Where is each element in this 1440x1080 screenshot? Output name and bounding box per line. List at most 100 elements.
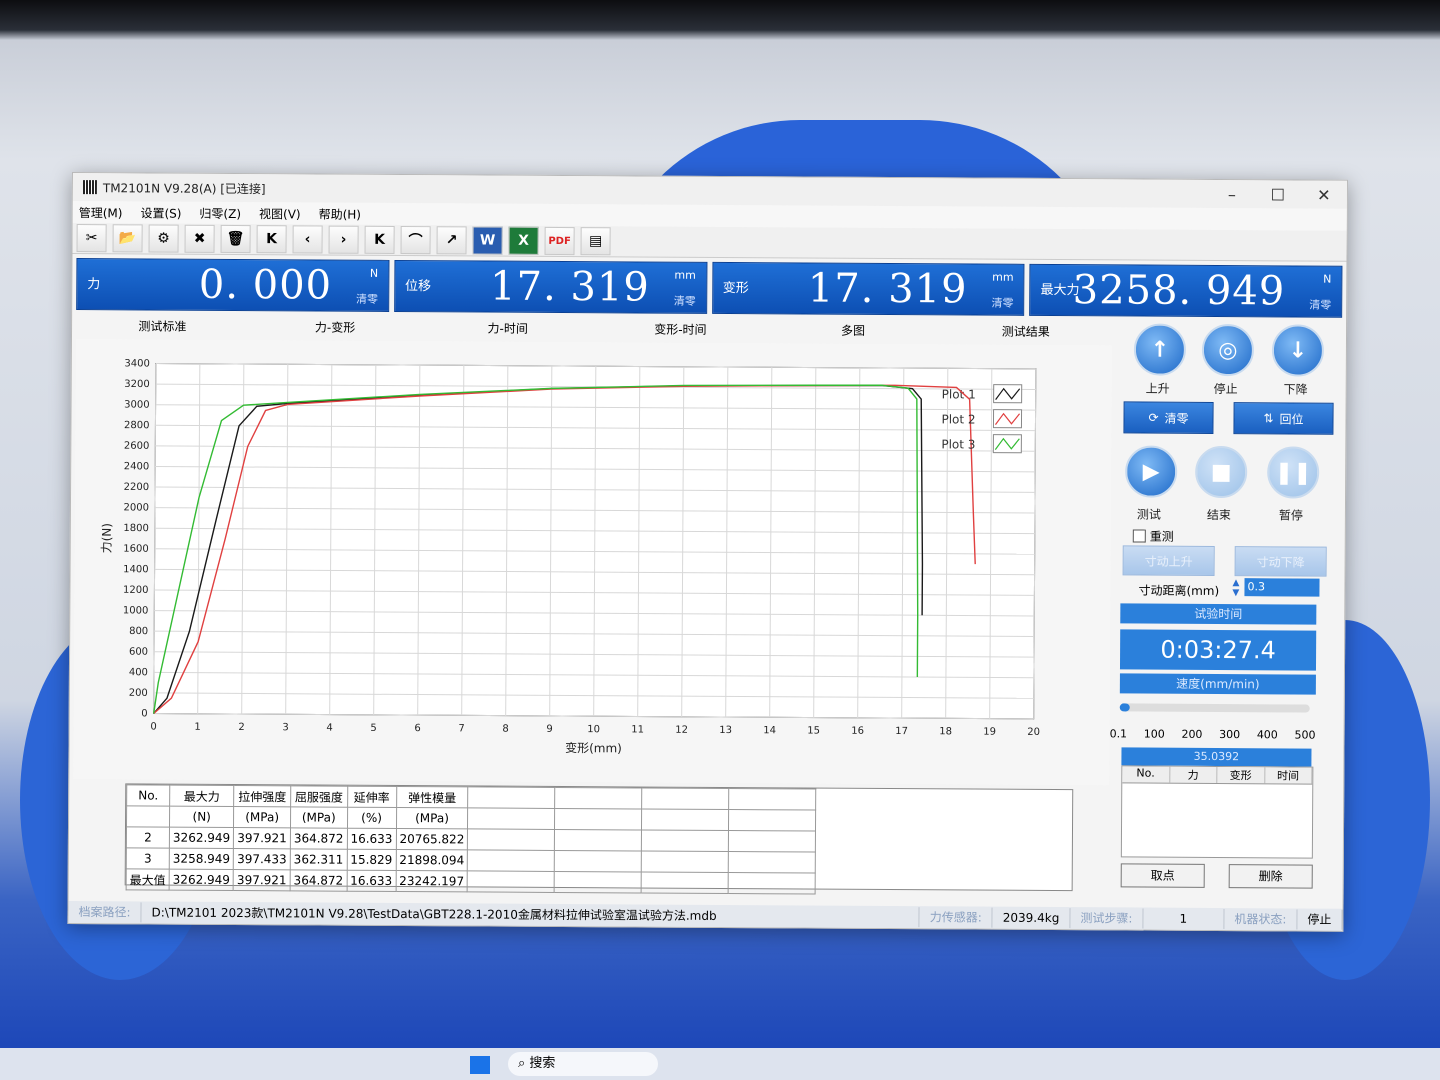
x-tick-label: 9 (546, 724, 552, 735)
open-folder-icon[interactable]: 📂 (112, 224, 143, 253)
jog-distance-input[interactable]: 0.3 (1244, 578, 1320, 597)
delete-doc-icon[interactable]: ✖ (184, 224, 215, 253)
x-tick-label: 18 (939, 726, 952, 737)
tab-multi-chart[interactable]: 多图 (767, 317, 940, 344)
delete-button[interactable]: 删除 (1228, 864, 1313, 889)
test-time-label: 试验时间 (1120, 603, 1317, 625)
jog-down-button[interactable]: 寸动下降 (1234, 546, 1327, 577)
deformation-zero-button[interactable]: 清零 (991, 295, 1013, 311)
empty-column-header (467, 807, 556, 830)
x-tick-label: 2 (238, 722, 244, 733)
retest-label: 重测 (1149, 529, 1174, 544)
curve-icon[interactable]: ⌒ (400, 226, 431, 255)
end-button[interactable]: ■ (1195, 445, 1248, 499)
table-cell: 20765.822 (395, 828, 468, 850)
menu-settings[interactable]: 设置(S) (140, 204, 181, 221)
jog-up-button[interactable]: 寸动上升 (1122, 545, 1215, 576)
pause-icon: ❚❚ (1274, 459, 1312, 486)
fit-icon[interactable]: ↗ (436, 226, 467, 255)
print-preview-icon[interactable]: ▤ (580, 227, 611, 256)
table-cell: 21898.094 (395, 849, 468, 871)
legend-label: Plot 3 (941, 437, 975, 451)
menu-help[interactable]: 帮助(H) (319, 205, 361, 222)
last-icon[interactable]: K (364, 225, 395, 254)
x-tick-label: 4 (326, 723, 332, 734)
stop-button[interactable]: ◎ (1201, 323, 1255, 377)
close-button[interactable]: ✕ (1301, 185, 1347, 204)
x-tick-label: 8 (502, 724, 508, 735)
start-icon[interactable] (470, 1056, 490, 1074)
tab-force-deformation[interactable]: 力-变形 (249, 314, 422, 341)
y-tick-label: 3400 (124, 358, 150, 369)
menu-zero[interactable]: 归零(Z) (199, 204, 241, 221)
excel-icon[interactable]: X (508, 226, 539, 255)
next-icon[interactable]: › (328, 225, 359, 254)
first-icon[interactable]: K (256, 225, 287, 254)
minimize-button[interactable]: – (1209, 184, 1255, 204)
table-cell: 364.872 (290, 869, 347, 892)
down-button[interactable]: ↓ (1271, 324, 1325, 377)
refresh-icon: ⟳ (1148, 410, 1159, 425)
table-cell: 15.829 (346, 849, 396, 871)
table-cell: 3 (126, 847, 170, 870)
table-cell: 397.433 (233, 848, 291, 870)
pause-button[interactable]: ❚❚ (1267, 446, 1320, 499)
deformation-meter: 变形 17. 319 mm 清零 (711, 261, 1025, 316)
x-tick-label: 20 (1027, 727, 1040, 738)
empty-cell (728, 830, 816, 853)
table-row[interactable]: 最大值 3262.949 397.921 364.872 16.633 23242.197 (126, 868, 816, 895)
up-button[interactable]: ↑ (1133, 323, 1187, 376)
return-button[interactable]: ⇅ 回位 (1233, 402, 1334, 435)
prev-icon[interactable]: ‹ (292, 225, 323, 254)
menu-manage[interactable]: 管理(M) (79, 204, 123, 221)
y-tick-label: 400 (129, 667, 148, 678)
empty-column-header (468, 786, 556, 809)
step-value: 1 (1143, 908, 1225, 930)
point-value: 35.0392 (1121, 747, 1312, 767)
x-tick-label: 10 (587, 724, 600, 735)
point-column-header: No. (1122, 766, 1170, 783)
tab-force-time[interactable]: 力-时间 (421, 315, 594, 342)
tab-test-results[interactable]: 测试结果 (939, 318, 1112, 345)
tab-test-standard[interactable]: 测试标准 (76, 313, 249, 340)
meter-label: 力 (87, 277, 101, 293)
jog-distance-label: 寸动距离(mm) (1138, 583, 1220, 599)
taskbar: ⌕ 搜索 (0, 1048, 1440, 1080)
machine-label: 机器状态: (1224, 909, 1298, 930)
results-table-panel: No. 最大力 拉伸强度 屈服强度 延伸率 弹性模量 (N) (MPa) (MPa) (%) (MP… (124, 783, 1074, 895)
meter-label: 变形 (722, 280, 749, 297)
word-icon[interactable]: W (472, 226, 503, 255)
displacement-zero-button[interactable]: 清零 (674, 293, 696, 309)
trash-icon[interactable]: 🗑 (220, 224, 251, 254)
max-force-zero-button[interactable]: 清零 (1309, 297, 1331, 313)
pause-label: 暂停 (1278, 508, 1303, 523)
take-point-button[interactable]: 取点 (1120, 863, 1205, 888)
point-column-header: 力 (1169, 766, 1218, 784)
force-zero-button[interactable]: 清零 (356, 291, 378, 307)
x-tick-label: 17 (895, 726, 908, 737)
empty-column-header (728, 809, 817, 832)
tab-deformation-time[interactable]: 变形-时间 (594, 316, 767, 343)
y-tick-label: 3200 (124, 379, 150, 390)
jog-spinner[interactable]: ▲ ▼ (1232, 578, 1242, 598)
zero-button[interactable]: ⟳ 清零 (1123, 401, 1214, 434)
y-tick-label: 2200 (124, 482, 150, 493)
menu-view[interactable]: 视图(V) (259, 205, 301, 222)
x-tick-label: 12 (675, 725, 688, 736)
y-tick-label: 1200 (123, 585, 149, 596)
test-button[interactable]: ▶ (1125, 445, 1178, 498)
taskbar-search[interactable]: ⌕ 搜索 (508, 1052, 658, 1076)
empty-cell (641, 829, 729, 852)
pdf-icon[interactable]: PDF (544, 226, 575, 256)
retest-checkbox[interactable] (1132, 529, 1146, 543)
path-value: D:\TM2101 2023款\TM2101N V9.28\TestData\G… (141, 902, 920, 928)
speed-slider[interactable] (1119, 703, 1310, 713)
empty-column-header (641, 808, 730, 831)
meter-value: 17. 319 (807, 265, 968, 313)
control-panel: ↑ 上升 ◎ 停止 ↓ 下降 ⟳ 清零 ⇅ 回位 ▶ 测试 ■ 结束 ❚❚ 暂停 重… (1110, 319, 1340, 890)
meter-value: 3258. 949 (1072, 267, 1286, 315)
maximize-button[interactable]: ☐ (1255, 185, 1301, 204)
settings-doc-icon[interactable]: ⚙ (148, 224, 179, 253)
point-list-header: No. 力变形 时间 (1122, 766, 1313, 785)
tools-icon[interactable]: ✂ (76, 224, 107, 253)
